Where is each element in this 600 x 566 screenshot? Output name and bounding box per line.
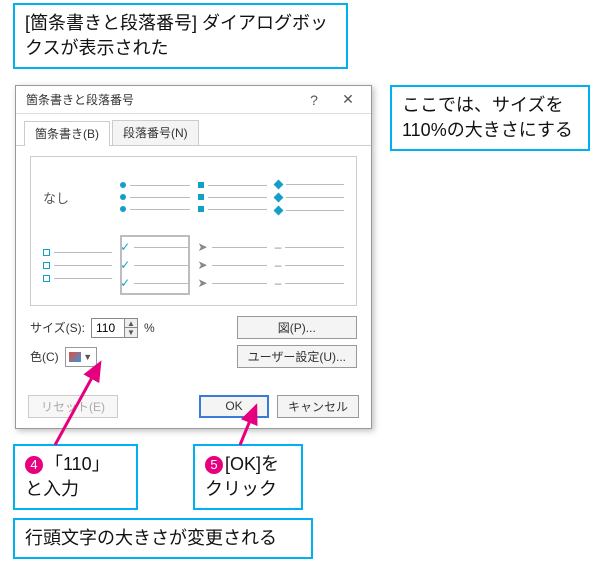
size-spinner[interactable]: ▲ ▼ — [124, 319, 137, 337]
color-picker[interactable]: ▼ — [65, 347, 97, 367]
reset-button: リセット(E) — [28, 395, 118, 418]
callout-step5: 5[OK]をクリック — [193, 444, 303, 510]
close-button[interactable]: ✕ — [331, 89, 365, 111]
color-swatch-icon — [69, 352, 81, 362]
dialog-titlebar: 箇条書きと段落番号 ? ✕ — [16, 86, 371, 114]
dialog-body: なし ✓ — [16, 146, 371, 376]
spin-down-icon[interactable]: ▼ — [125, 328, 137, 337]
bullet-option-box[interactable] — [43, 235, 112, 295]
bullet-style-grid: なし ✓ — [30, 156, 357, 306]
callout-bottom: 行頭文字の大きさが変更される — [13, 518, 313, 559]
help-button[interactable]: ? — [297, 89, 331, 111]
bullet-option-square[interactable] — [198, 167, 267, 227]
tab-bullets[interactable]: 箇条書き(B) — [24, 121, 110, 146]
step5-number-badge: 5 — [205, 456, 223, 474]
tab-numbering[interactable]: 段落番号(N) — [112, 120, 199, 145]
bullet-option-none[interactable]: なし — [43, 167, 112, 227]
bullet-option-arrow[interactable]: ➤ ➤ ➤ — [198, 235, 267, 295]
color-label: 色(C) — [30, 348, 59, 365]
callout-top: [箇条書きと段落番号] ダイアログボックスが表示された — [13, 3, 348, 69]
bullet-option-check[interactable]: ✓ ✓ ✓ — [120, 235, 189, 295]
diamond-icon — [273, 179, 283, 189]
ok-button[interactable]: OK — [199, 395, 269, 418]
size-field[interactable]: ▲ ▼ — [91, 318, 138, 338]
square-icon — [198, 182, 204, 188]
callout-step4: 4「110」と入力 — [13, 444, 138, 510]
disc-icon — [120, 182, 126, 188]
box-icon — [43, 249, 50, 256]
step4-number-badge: 4 — [25, 456, 43, 474]
tab-strip: 箇条書き(B) 段落番号(N) — [16, 114, 371, 146]
bullet-option-disc[interactable] — [120, 167, 189, 227]
chevron-down-icon: ▼ — [83, 352, 92, 362]
picture-button[interactable]: 図(P)... — [237, 316, 357, 339]
bullet-option-diamond[interactable] — [275, 167, 344, 227]
callout-right: ここでは、サイズを110%の大きさにする — [390, 85, 590, 151]
arrow-icon: ➤ — [198, 241, 208, 253]
bullets-numbering-dialog: 箇条書きと段落番号 ? ✕ 箇条書き(B) 段落番号(N) なし — [15, 85, 372, 429]
dialog-title: 箇条書きと段落番号 — [26, 91, 297, 108]
size-label: サイズ(S): — [30, 319, 85, 336]
bullet-option-dash[interactable]: – – – — [275, 235, 344, 295]
spin-up-icon[interactable]: ▲ — [125, 319, 137, 328]
size-input[interactable] — [92, 321, 124, 335]
dialog-footer: リセット(E) OK キャンセル — [16, 387, 371, 428]
check-icon: ✓ — [120, 241, 130, 253]
customize-button[interactable]: ユーザー設定(U)... — [237, 345, 357, 368]
percent-label: % — [144, 321, 155, 335]
cancel-button[interactable]: キャンセル — [277, 395, 359, 418]
